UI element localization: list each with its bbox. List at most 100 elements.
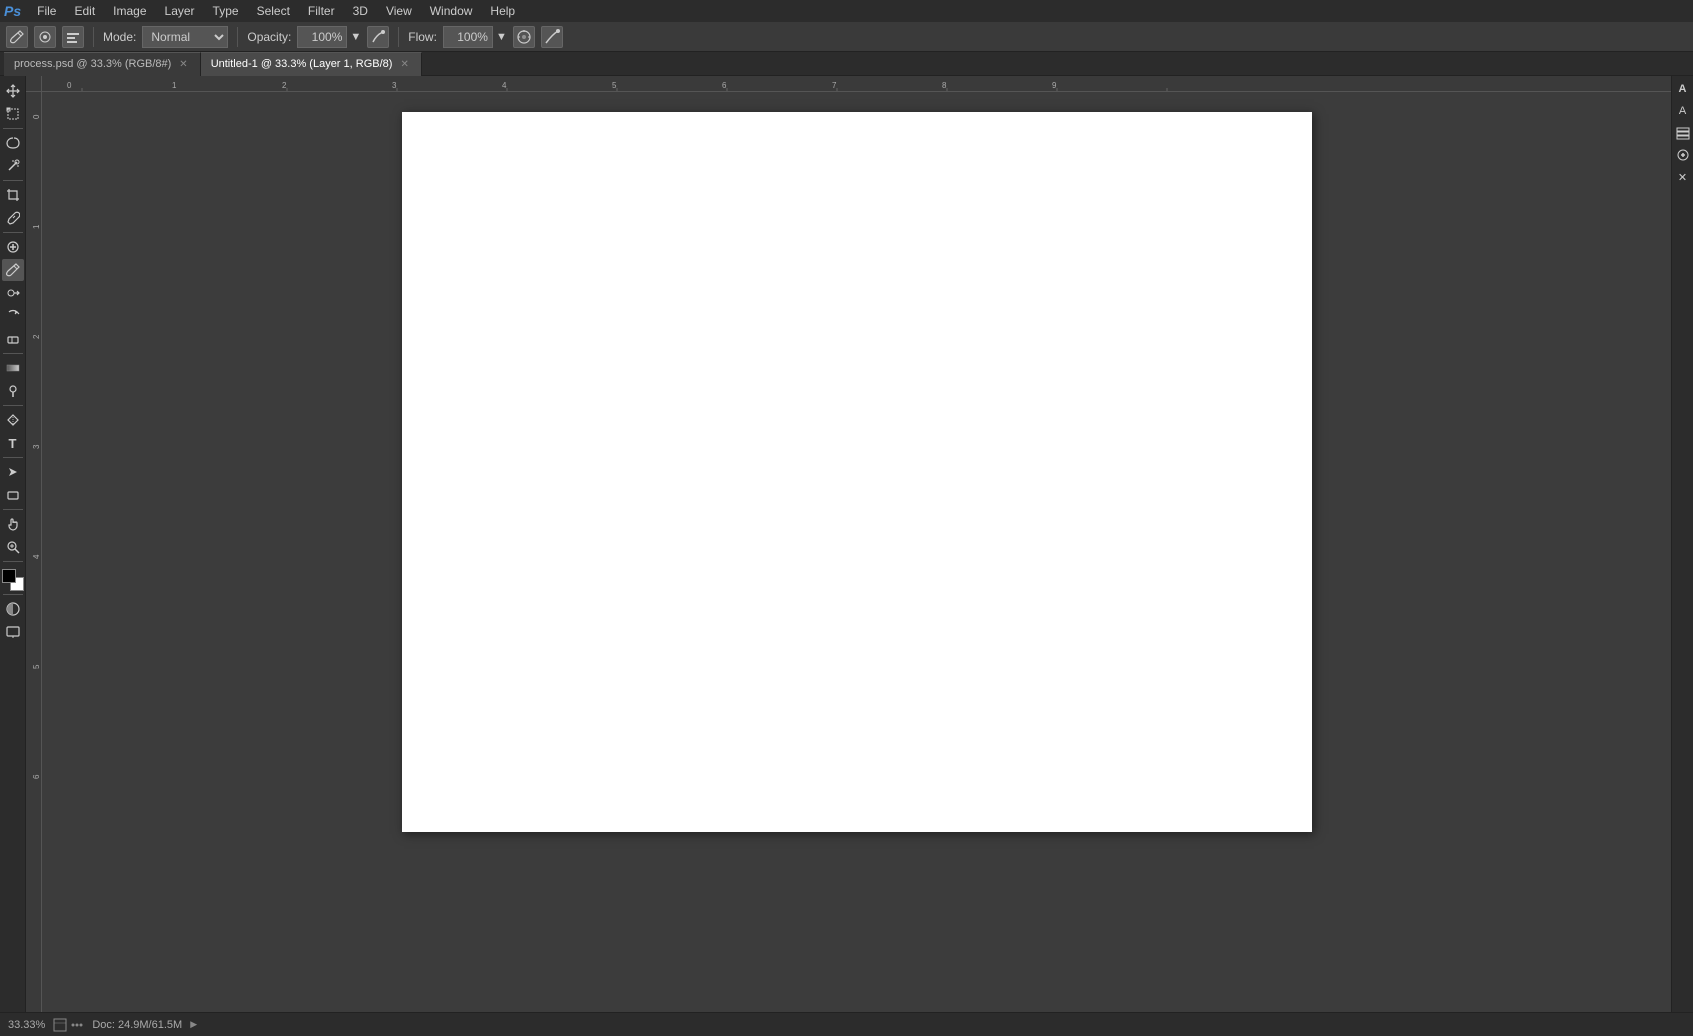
tool-gradient[interactable] bbox=[2, 357, 24, 379]
text-tool-icon: T bbox=[9, 436, 17, 451]
tool-clone[interactable] bbox=[2, 282, 24, 304]
panel-btn-layers[interactable] bbox=[1674, 124, 1692, 142]
svg-text:8: 8 bbox=[942, 81, 947, 90]
tool-heal[interactable] bbox=[2, 236, 24, 258]
menu-edit[interactable]: Edit bbox=[66, 2, 103, 20]
opacity-arrow[interactable]: ▼ bbox=[350, 31, 361, 43]
opacity-group: ▼ bbox=[297, 26, 361, 48]
status-bar: 33.33% Doc: 24.9M/61.5M ▶ bbox=[0, 1012, 1693, 1036]
tool-dodge[interactable] bbox=[2, 380, 24, 402]
tool-brush[interactable] bbox=[2, 259, 24, 281]
tab-untitled-close[interactable]: ✕ bbox=[398, 58, 410, 71]
tab-process-close[interactable]: ✕ bbox=[177, 58, 189, 71]
toolbar-sep-5 bbox=[3, 405, 23, 406]
tool-path-selection[interactable] bbox=[2, 461, 24, 483]
toolbar-sep-3 bbox=[3, 232, 23, 233]
menu-file[interactable]: File bbox=[29, 2, 64, 20]
tool-pen[interactable] bbox=[2, 409, 24, 431]
tool-shape[interactable] bbox=[2, 484, 24, 506]
svg-text:0: 0 bbox=[67, 81, 72, 90]
menu-type[interactable]: Type bbox=[205, 2, 247, 20]
svg-text:4: 4 bbox=[32, 554, 41, 559]
flow-pressure-icon[interactable] bbox=[541, 26, 563, 48]
zoom-level: 33.33% bbox=[8, 1019, 45, 1031]
menu-filter[interactable]: Filter bbox=[300, 2, 343, 20]
tool-hand[interactable] bbox=[2, 513, 24, 535]
toolbar-sep-6 bbox=[3, 457, 23, 458]
tool-quick-mask[interactable] bbox=[2, 598, 24, 620]
flow-input[interactable] bbox=[443, 26, 493, 48]
flow-group: ▼ bbox=[443, 26, 507, 48]
opacity-input[interactable] bbox=[297, 26, 347, 48]
panel-color-icon: A bbox=[1679, 83, 1687, 95]
svg-text:9: 9 bbox=[1052, 81, 1057, 90]
tab-bar: process.psd @ 33.3% (RGB/8#) ✕ Untitled-… bbox=[0, 52, 1693, 76]
airbrush-icon[interactable] bbox=[513, 26, 535, 48]
flow-arrow[interactable]: ▼ bbox=[496, 31, 507, 43]
menu-view[interactable]: View bbox=[378, 2, 420, 20]
tool-zoom[interactable] bbox=[2, 536, 24, 558]
svg-text:6: 6 bbox=[722, 81, 727, 90]
tool-eraser[interactable] bbox=[2, 328, 24, 350]
menu-layer[interactable]: Layer bbox=[157, 2, 203, 20]
svg-text:3: 3 bbox=[392, 81, 397, 90]
menu-image[interactable]: Image bbox=[105, 2, 154, 20]
opacity-label: Opacity: bbox=[247, 30, 291, 44]
panel-swatches-icon: A bbox=[1679, 105, 1686, 117]
svg-text:2: 2 bbox=[32, 334, 41, 339]
menu-3d[interactable]: 3D bbox=[345, 2, 376, 20]
svg-text:0: 0 bbox=[32, 114, 41, 119]
panel-btn-close[interactable]: ✕ bbox=[1674, 168, 1692, 186]
canvas-scroll[interactable] bbox=[42, 92, 1671, 1012]
top-ruler: 0 1 2 3 4 5 6 7 bbox=[42, 76, 1671, 92]
brush-preset-icon[interactable] bbox=[34, 26, 56, 48]
canvas-size-icon bbox=[53, 1018, 67, 1032]
color-swatches[interactable] bbox=[2, 569, 24, 591]
panel-btn-properties[interactable] bbox=[1674, 146, 1692, 164]
foreground-color-swatch[interactable] bbox=[2, 569, 16, 583]
svg-text:3: 3 bbox=[32, 444, 41, 449]
right-panel: A A ✕ bbox=[1671, 76, 1693, 1012]
opacity-pressure-icon[interactable] bbox=[367, 26, 389, 48]
svg-text:1: 1 bbox=[172, 81, 177, 90]
menu-select[interactable]: Select bbox=[249, 2, 298, 20]
svg-text:5: 5 bbox=[612, 81, 617, 90]
flow-label: Flow: bbox=[408, 30, 437, 44]
document-canvas[interactable] bbox=[402, 112, 1312, 832]
app-logo: Ps bbox=[4, 3, 21, 19]
left-ruler: 0 1 2 3 4 5 6 bbox=[26, 92, 42, 1012]
tool-crop[interactable] bbox=[2, 184, 24, 206]
mode-select[interactable]: NormalDissolveMultiplyScreenOverlaySoft … bbox=[142, 26, 228, 48]
layers-icon bbox=[1676, 126, 1690, 140]
canvas-inner bbox=[42, 92, 1671, 852]
tool-eyedropper[interactable] bbox=[2, 207, 24, 229]
toolbar-sep-2 bbox=[3, 180, 23, 181]
tab-untitled[interactable]: Untitled-1 @ 33.3% (Layer 1, RGB/8) ✕ bbox=[201, 52, 422, 76]
panel-btn-color[interactable]: A bbox=[1674, 80, 1692, 98]
svg-text:5: 5 bbox=[32, 664, 41, 669]
tool-artboard[interactable] bbox=[2, 103, 24, 125]
menu-window[interactable]: Window bbox=[422, 2, 481, 20]
tool-history-brush[interactable] bbox=[2, 305, 24, 327]
top-ruler-svg: 0 1 2 3 4 5 6 7 bbox=[42, 76, 1671, 92]
main-area: T bbox=[0, 76, 1693, 1012]
tool-magic-wand[interactable] bbox=[2, 155, 24, 177]
brush-options-icon[interactable] bbox=[62, 26, 84, 48]
options-separator-1 bbox=[93, 27, 94, 47]
tab-untitled-label: Untitled-1 @ 33.3% (Layer 1, RGB/8) bbox=[211, 58, 393, 70]
options-separator-3 bbox=[398, 27, 399, 47]
options-separator-2 bbox=[237, 27, 238, 47]
tool-move[interactable] bbox=[2, 80, 24, 102]
close-icon: ✕ bbox=[1678, 171, 1687, 184]
toolbar-sep-9 bbox=[3, 594, 23, 595]
tool-brush-icon[interactable] bbox=[6, 26, 28, 48]
status-expand[interactable]: ▶ bbox=[190, 1019, 197, 1030]
panel-btn-swatches[interactable]: A bbox=[1674, 102, 1692, 120]
toolbar-sep-8 bbox=[3, 561, 23, 562]
menu-help[interactable]: Help bbox=[482, 2, 523, 20]
tool-screen-mode[interactable] bbox=[2, 621, 24, 643]
svg-text:6: 6 bbox=[32, 774, 41, 779]
tab-process[interactable]: process.psd @ 33.3% (RGB/8#) ✕ bbox=[4, 52, 201, 76]
tool-lasso[interactable] bbox=[2, 132, 24, 154]
tool-text[interactable]: T bbox=[2, 432, 24, 454]
